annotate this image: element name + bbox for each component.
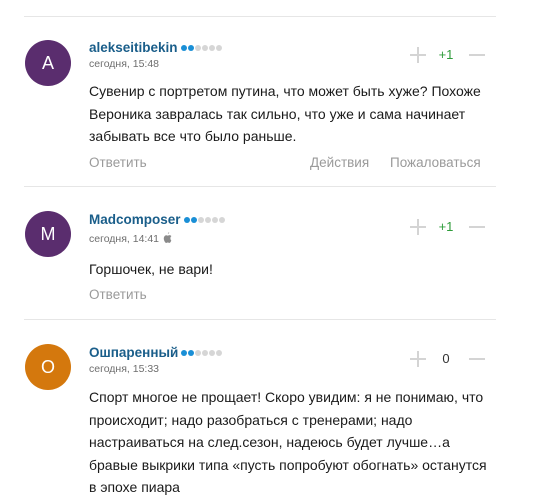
rating-dot (208, 44, 215, 51)
divider (24, 16, 496, 17)
divider (24, 186, 496, 187)
reply-button[interactable]: Ответить (89, 287, 147, 302)
vote-score: 0 (442, 351, 450, 366)
reply-button[interactable]: Ответить (89, 155, 147, 170)
comment-date: сегодня, 14:41 (89, 232, 172, 246)
upvote-icon[interactable] (410, 219, 426, 235)
author-name[interactable]: alekseitibekin (89, 40, 222, 55)
vote-score: +1 (438, 47, 454, 62)
rating-dot (187, 44, 194, 51)
downvote-icon[interactable] (469, 219, 485, 235)
comment-text: Сувенир с портретом путина, что может бы… (89, 83, 481, 144)
author-name-text: Ошпаренный (89, 345, 179, 360)
avatar[interactable]: О (25, 344, 71, 390)
comment-text: Горшочек, не вари! (89, 261, 213, 277)
actions-button[interactable]: Действия (310, 155, 369, 170)
avatar[interactable]: M (25, 211, 71, 257)
rating-dot (183, 216, 190, 223)
comment-date: сегодня, 15:48 (89, 58, 159, 70)
apple-icon (163, 232, 172, 246)
avatar-letter: A (41, 52, 54, 73)
comment-text: Спорт многое не прощает! Скоро увидим: я… (89, 389, 487, 495)
rating-dot (197, 216, 204, 223)
comment-date-text: сегодня, 14:41 (89, 233, 160, 245)
rating-dots (180, 44, 222, 51)
rating-dot (202, 349, 209, 356)
rating-dot (201, 44, 208, 51)
rating-dot (190, 216, 197, 223)
rating-dot (211, 216, 218, 223)
avatar-letter: M (40, 223, 56, 244)
rating-dot (195, 349, 202, 356)
author-name-text: Madcomposer (89, 212, 181, 227)
rating-dots (183, 216, 225, 223)
comment-date-text: сегодня, 15:33 (89, 363, 160, 375)
rating-dots (181, 349, 223, 356)
rating-dot (194, 44, 201, 51)
comment-date-text: сегодня, 15:48 (89, 58, 160, 70)
rating-dot (218, 216, 225, 223)
upvote-icon[interactable] (410, 47, 426, 63)
author-name-text: alekseitibekin (89, 40, 178, 55)
rating-dot (204, 216, 211, 223)
author-name[interactable]: Madcomposer (89, 212, 225, 227)
rating-dot (188, 349, 195, 356)
rating-dot (216, 349, 223, 356)
avatar-letter: О (40, 356, 55, 377)
rating-dot (209, 349, 216, 356)
rating-dot (180, 44, 187, 51)
avatar[interactable]: A (25, 40, 71, 86)
downvote-icon[interactable] (469, 47, 485, 63)
author-name[interactable]: Ошпаренный (89, 345, 223, 360)
comment-date: сегодня, 15:33 (89, 363, 159, 375)
downvote-icon[interactable] (469, 351, 485, 367)
rating-dot (181, 349, 188, 356)
upvote-icon[interactable] (410, 351, 426, 367)
report-button[interactable]: Пожаловаться (390, 155, 481, 170)
vote-score: +1 (438, 219, 454, 234)
rating-dot (215, 44, 222, 51)
divider (24, 319, 496, 320)
